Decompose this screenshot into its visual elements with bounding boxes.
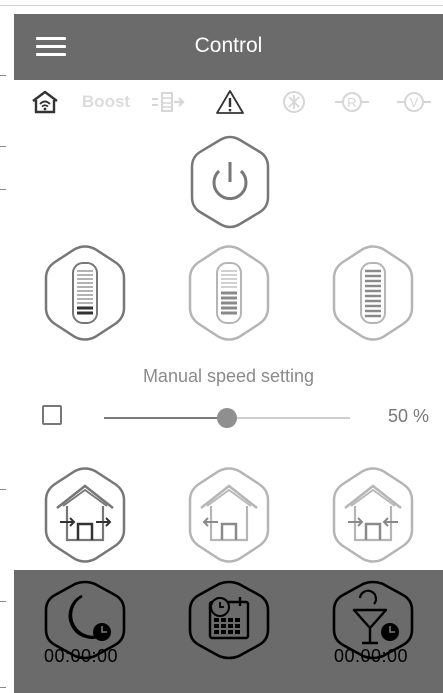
status-bar: Boost R V <box>14 80 443 124</box>
house-arrow-in-icon <box>332 467 414 563</box>
schedule-button[interactable] <box>186 580 272 665</box>
boost-indicator: Boost <box>81 92 131 111</box>
slider-thumb[interactable] <box>217 408 237 428</box>
night-mode-timer: 00:00:00 <box>44 646 119 666</box>
mode-supply-button[interactable] <box>330 466 416 569</box>
svg-text:R: R <box>347 95 356 110</box>
manual-speed-value: 50 % <box>387 406 429 426</box>
party-mode-timer: 00:00:00 <box>334 646 409 666</box>
slider-fill <box>104 417 227 419</box>
house-arrow-out-icon <box>188 467 270 563</box>
heater-r-icon: R <box>332 88 372 116</box>
timer-bar <box>14 570 443 693</box>
top-divider <box>0 5 443 6</box>
manual-speed-checkbox[interactable] <box>42 405 62 425</box>
page-title: Control <box>194 34 263 57</box>
speed-low-icon <box>44 245 126 341</box>
mode-supply-extract-button[interactable] <box>42 466 128 569</box>
svg-text:V: V <box>410 95 419 110</box>
house-both-arrows-icon <box>44 467 126 563</box>
warning-icon <box>212 88 248 116</box>
mode-extract-button[interactable] <box>186 466 272 569</box>
app-screen: Control Boost R V Manual speed setting 5… <box>14 14 443 693</box>
speed-low-button[interactable] <box>42 244 128 347</box>
app-header: Control <box>14 14 443 80</box>
calendar-clock-icon <box>188 580 270 660</box>
speed-high-icon <box>332 245 414 341</box>
speed-medium-icon <box>188 245 270 341</box>
defrost-icon <box>278 88 310 116</box>
power-button[interactable] <box>188 134 272 235</box>
speed-high-button[interactable] <box>330 244 416 347</box>
speed-medium-button[interactable] <box>186 244 272 347</box>
manual-speed-label: Manual speed setting <box>142 366 315 386</box>
fan-arrow-icon <box>148 88 188 116</box>
valve-v-icon: V <box>394 88 434 116</box>
power-icon <box>190 135 270 229</box>
left-ruler <box>0 0 14 693</box>
manual-speed-slider[interactable] <box>104 404 350 432</box>
home-wifi-icon <box>26 88 64 116</box>
